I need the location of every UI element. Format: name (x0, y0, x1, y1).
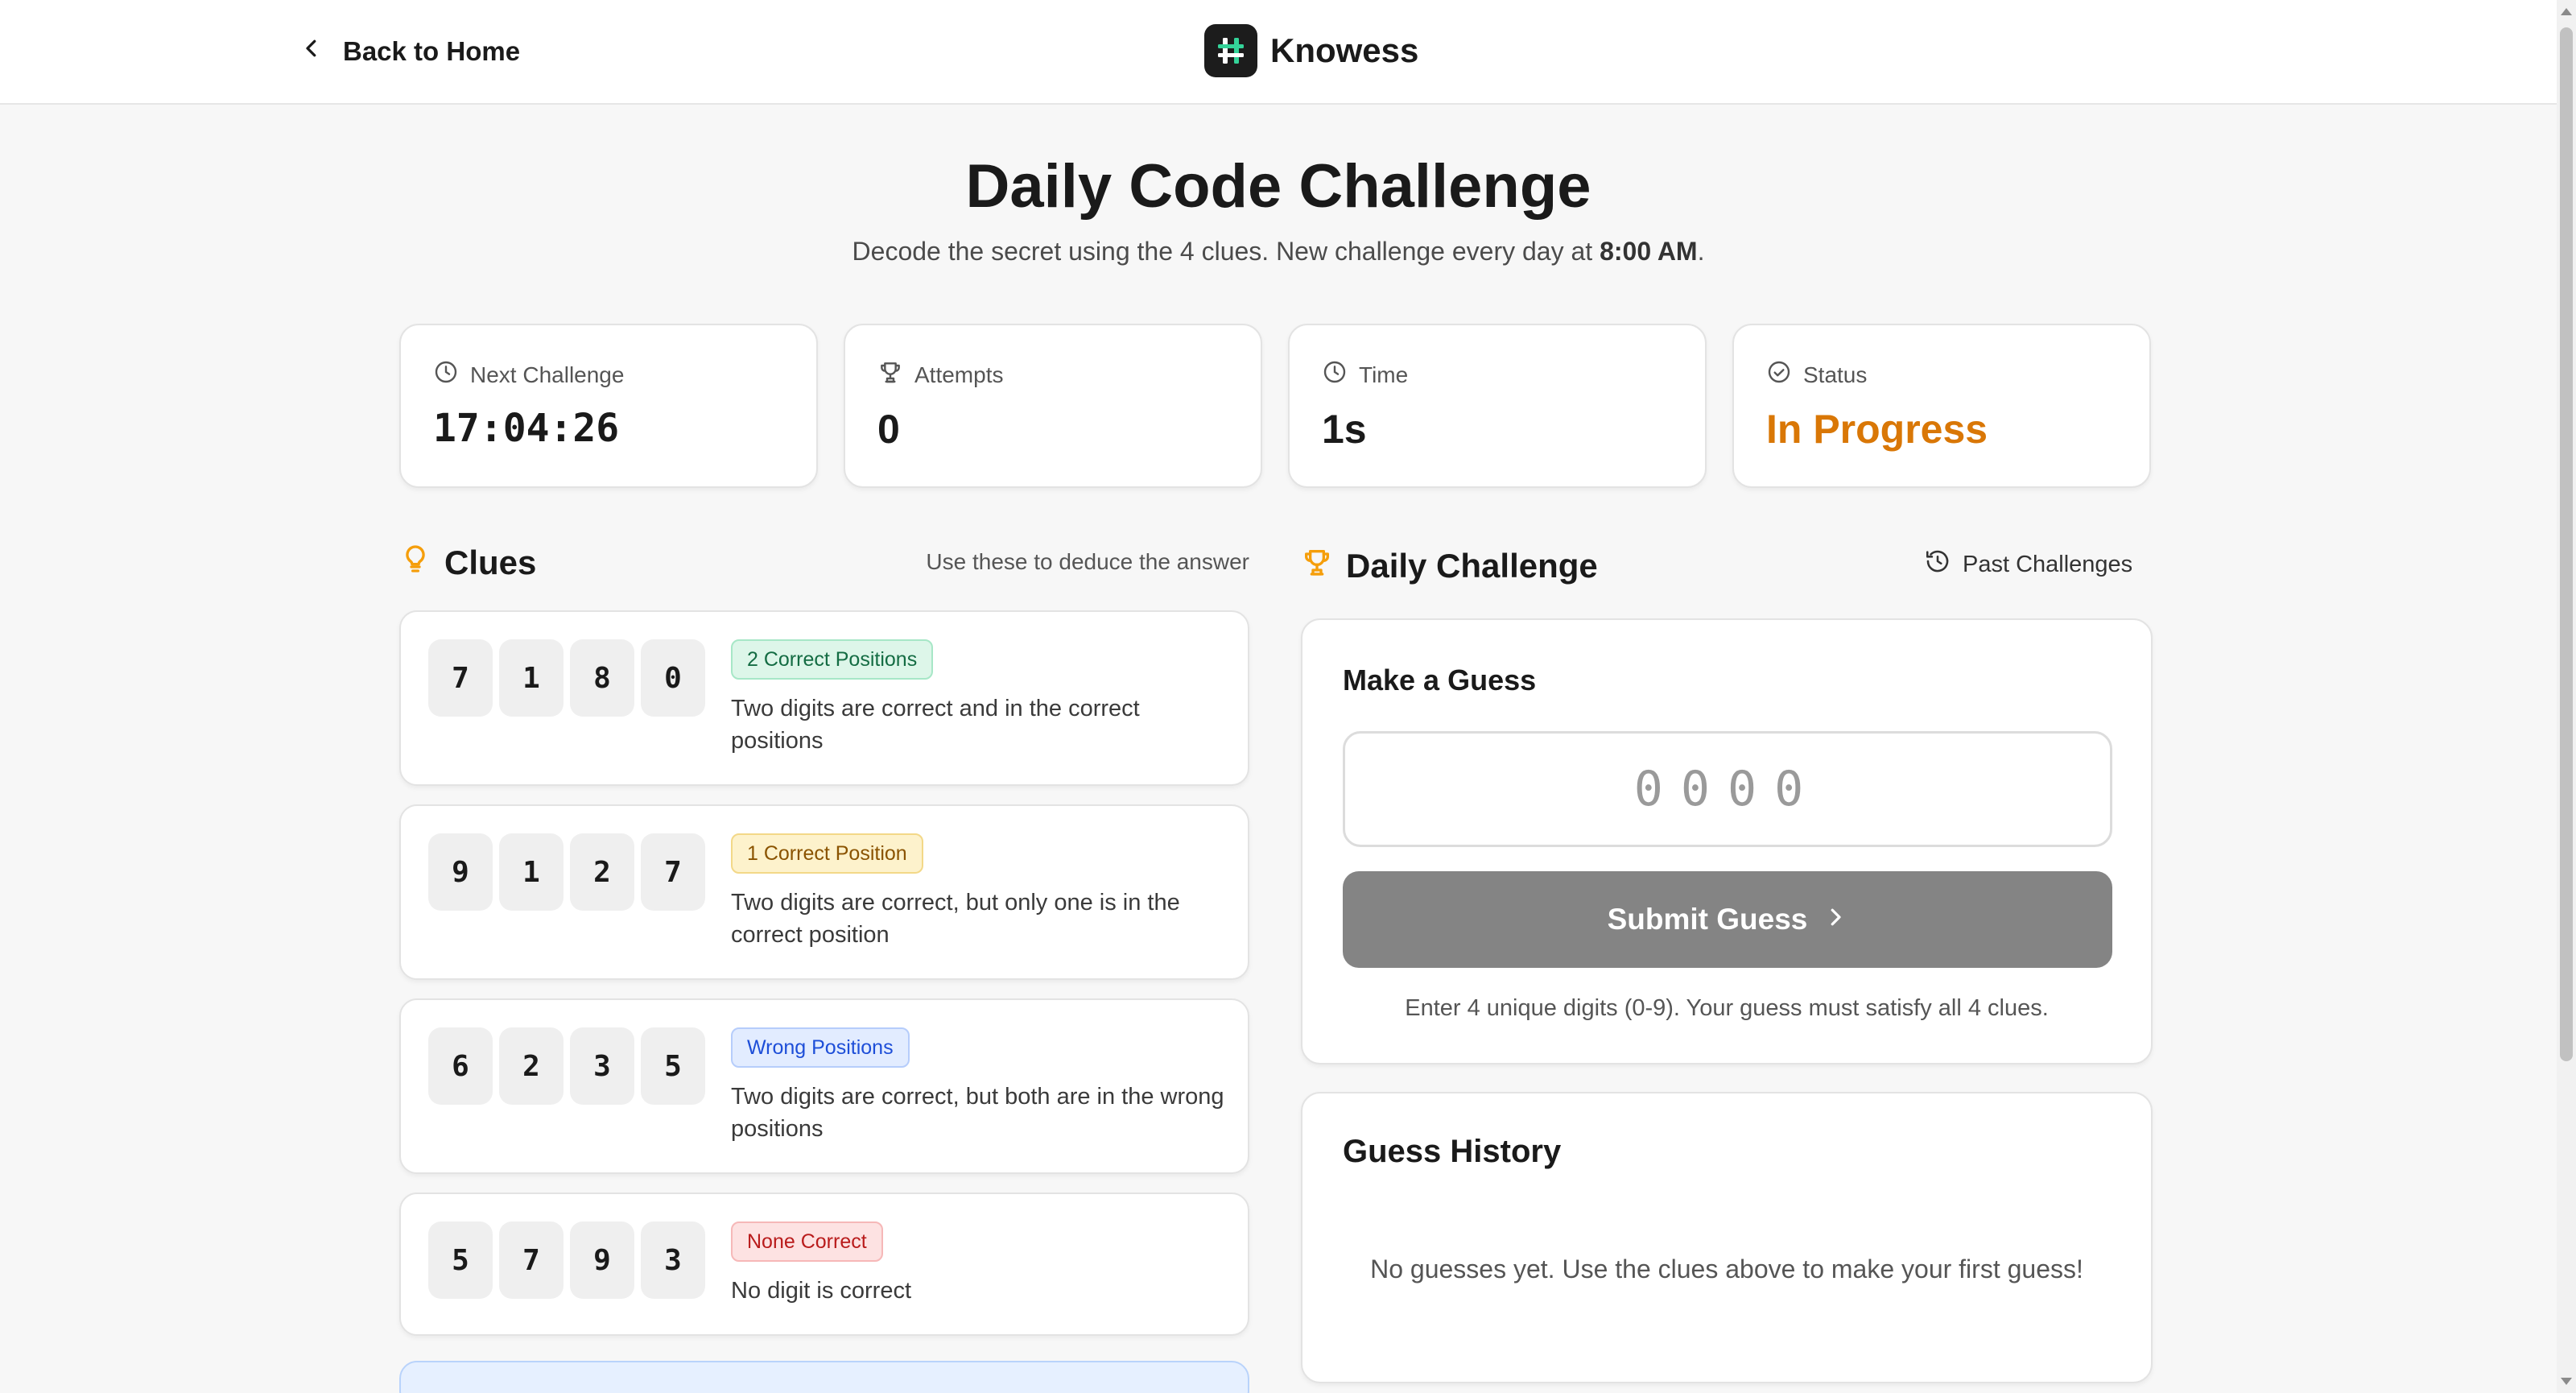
trophy-icon (877, 359, 903, 391)
scrollbar-thumb[interactable] (2560, 27, 2573, 1061)
lightbulb-icon (399, 543, 431, 583)
clue-digit: 8 (570, 639, 634, 717)
page-title: Daily Code Challenge (965, 152, 1591, 221)
clock-icon (1322, 359, 1348, 391)
clue-description: Two digits are correct, but only one is … (731, 890, 1180, 948)
clue-description: Two digits are correct and in the correc… (731, 696, 1140, 754)
stat-label-row: Next Challenge (433, 359, 624, 391)
clue-card: 9 1 2 7 1 Correct Position Two digits ar… (399, 804, 1249, 980)
scroll-down-arrow-icon[interactable] (2561, 1378, 2572, 1385)
back-label: Back to Home (343, 36, 521, 66)
daily-challenge-title: Daily Challenge (1346, 547, 1598, 585)
history-icon (1924, 548, 1951, 581)
clue-card: 7 1 8 0 2 Correct Positions Two digits a… (399, 610, 1249, 786)
clue-digit: 3 (641, 1221, 705, 1299)
clue-digit: 5 (641, 1027, 705, 1105)
stat-card-status: Status In Progress (1732, 324, 2151, 488)
clue-digit: 7 (641, 833, 705, 911)
clues-heading: Clues (399, 543, 536, 583)
next-challenge-countdown: 17:04:26 (433, 406, 620, 451)
chevron-left-icon (299, 36, 324, 67)
daily-challenge-heading: Daily Challenge (1301, 546, 1598, 586)
status-value: In Progress (1766, 407, 1988, 452)
subtitle-end: . (1697, 237, 1705, 266)
guess-hint: Enter 4 unique digits (0-9). Your guess … (1405, 995, 2049, 1021)
page-subtitle: Decode the secret using the 4 clues. New… (0, 237, 2557, 267)
stat-card-next-challenge: Next Challenge 17:04:26 (399, 324, 818, 488)
clues-title: Clues (444, 544, 537, 581)
clue-digits: 9 1 2 7 (428, 833, 705, 911)
clue-description: No digit is correct (731, 1278, 912, 1304)
info-callout (399, 1361, 1249, 1393)
elapsed-time: 1s (1322, 407, 1367, 452)
brand-name: Knowess (1270, 31, 1419, 69)
clue-result-badge: Wrong Positions (731, 1027, 910, 1068)
stat-label: Status (1803, 362, 1868, 387)
challenge-time: 8:00 AM (1600, 237, 1698, 266)
clue-digit: 0 (641, 639, 705, 717)
guess-history-card: Guess History No guesses yet. Use the cl… (1301, 1092, 2153, 1383)
clue-digit: 9 (428, 833, 493, 911)
clue-digits: 7 1 8 0 (428, 639, 705, 717)
clue-digit: 6 (428, 1027, 493, 1105)
subtitle-text: Decode the secret using the 4 clues. New… (852, 237, 1600, 266)
clue-digit: 9 (570, 1221, 634, 1299)
stat-label-row: Time (1322, 359, 1408, 391)
chevron-right-icon (1823, 903, 1847, 936)
make-guess-card: Make a Guess Submit Guess Enter 4 unique… (1301, 618, 2153, 1064)
clue-digit: 1 (499, 639, 564, 717)
brand[interactable]: Knowess (1204, 24, 1418, 77)
clue-card: 5 7 9 3 None Correct No digit is correct (399, 1193, 1249, 1336)
trophy-icon (1301, 546, 1333, 586)
clue-digit: 5 (428, 1221, 493, 1299)
check-circle-icon (1766, 359, 1792, 391)
clue-digit: 7 (428, 639, 493, 717)
submit-guess-label: Submit Guess (1607, 903, 1808, 936)
stat-label: Next Challenge (470, 362, 625, 387)
guess-input[interactable] (1343, 731, 2112, 847)
past-challenges-label: Past Challenges (1963, 551, 2133, 577)
guess-history-empty: No guesses yet. Use the clues above to m… (1370, 1255, 2083, 1283)
clue-description: Two digits are correct, but both are in … (731, 1084, 1224, 1142)
clue-digit: 2 (499, 1027, 564, 1105)
clock-icon (433, 359, 459, 391)
back-to-home-link[interactable]: Back to Home (299, 32, 520, 71)
clue-result-badge: 2 Correct Positions (731, 639, 934, 680)
clue-digits: 5 7 9 3 (428, 1221, 705, 1299)
past-challenges-button[interactable]: Past Challenges (1924, 548, 2132, 581)
clue-digit: 1 (499, 833, 564, 911)
make-guess-title: Make a Guess (1343, 663, 1537, 696)
stat-card-attempts: Attempts 0 (844, 324, 1262, 488)
clue-digits: 6 2 3 5 (428, 1027, 705, 1105)
stat-card-time: Time 1s (1288, 324, 1707, 488)
stat-label-row: Attempts (877, 359, 1003, 391)
clue-result-badge: 1 Correct Position (731, 833, 923, 874)
stat-label: Attempts (914, 362, 1004, 387)
clue-card: 6 2 3 5 Wrong Positions Two digits are c… (399, 998, 1249, 1174)
top-bar: Back to Home Knowess (0, 0, 2557, 105)
attempts-count: 0 (877, 407, 900, 452)
clue-digit: 2 (570, 833, 634, 911)
clue-digit: 3 (570, 1027, 634, 1105)
stat-label: Time (1359, 362, 1409, 387)
clue-result-badge: None Correct (731, 1221, 883, 1262)
stat-label-row: Status (1766, 359, 1867, 391)
page-scrollbar[interactable] (2557, 0, 2576, 1393)
knowess-logo-icon (1204, 24, 1257, 77)
guess-history-title: Guess History (1343, 1134, 1562, 1169)
submit-guess-button[interactable]: Submit Guess (1343, 871, 2112, 968)
clues-hint: Use these to deduce the answer (926, 549, 1249, 574)
clue-digit: 7 (499, 1221, 564, 1299)
scroll-up-arrow-icon[interactable] (2561, 8, 2572, 15)
